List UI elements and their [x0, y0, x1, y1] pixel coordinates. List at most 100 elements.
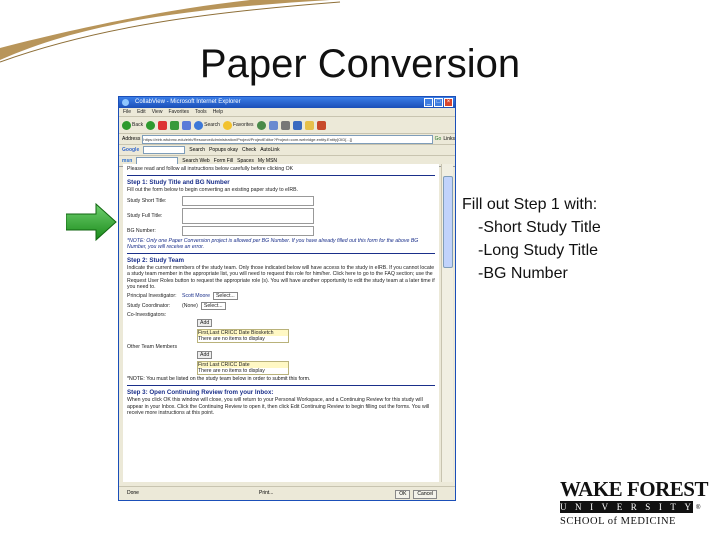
coordinator-select-button[interactable]: Select... — [200, 302, 226, 311]
maximize-button[interactable]: □ — [434, 98, 443, 107]
google-search-button[interactable]: Search — [189, 147, 205, 153]
wake-forest-logo: WAKE FOREST U N I V E R S I T Y SCHOOL o… — [560, 478, 710, 536]
autolink-button[interactable]: AutoLink — [260, 147, 279, 153]
menu-favorites[interactable]: Favorites — [168, 108, 189, 116]
step1-heading: Step 1: Study Title and BG Number — [127, 179, 230, 187]
coinvestigators-empty: There are no items to display — [198, 336, 265, 343]
popups-indicator[interactable]: Popups okay — [209, 147, 238, 153]
bg-number-input[interactable] — [182, 225, 314, 236]
search-button[interactable]: Search — [194, 120, 220, 130]
step1-instruction: Fill out the form below to begin convert… — [127, 187, 298, 194]
logo-letter: R — [630, 502, 639, 512]
logo-letter: I — [590, 502, 596, 512]
full-title-input[interactable] — [182, 207, 314, 224]
home-button[interactable] — [182, 120, 192, 130]
pi-value[interactable]: Scott Moore — [182, 293, 210, 299]
research-button[interactable] — [316, 120, 326, 130]
page-content: Please read and follow all instructions … — [123, 164, 439, 482]
refresh-button[interactable] — [170, 120, 180, 130]
check-button[interactable]: Check — [242, 147, 256, 153]
ie-logo-icon — [122, 99, 129, 106]
short-title-input[interactable] — [182, 195, 314, 206]
search-label: Search — [204, 122, 220, 128]
other-members-table: First Last CRICC Date There are no items… — [197, 361, 289, 376]
bg-number-label: BG Number: — [127, 227, 156, 234]
menu-help[interactable]: Help — [213, 108, 223, 116]
logo-school-of-medicine: SCHOOL of MEDICINE — [560, 516, 676, 527]
step2-note: *NOTE: You must be listed on the study t… — [127, 376, 311, 383]
other-members-add-button[interactable]: Add — [197, 351, 213, 360]
logo-wake-forest: WAKE FOREST — [560, 477, 708, 501]
logo-letter: S — [645, 502, 653, 512]
menu-file[interactable]: File — [123, 108, 131, 116]
favorites-button[interactable]: Favorites — [222, 120, 254, 130]
back-button[interactable]: Back — [122, 120, 144, 130]
stop-button[interactable] — [158, 120, 168, 130]
scrollbar-thumb[interactable] — [443, 176, 453, 268]
coinvestigators-label: Co-Investigators: — [127, 312, 167, 319]
go-button[interactable]: Go — [435, 136, 442, 142]
forward-button[interactable] — [146, 120, 156, 130]
step2-instruction: Indicate the current members of the stud… — [127, 265, 435, 291]
logo-letter: N — [575, 502, 584, 512]
status-bar: Print... Done OK Cancel — [119, 486, 455, 500]
menu-edit[interactable]: Edit — [137, 108, 146, 116]
back-label: Back — [132, 122, 144, 128]
google-search-input[interactable] — [143, 146, 186, 154]
full-title-label: Study Full Title: — [127, 212, 163, 219]
logo-letter: U — [560, 502, 569, 512]
window-title: CollabView - Microsoft Internet Explorer — [135, 99, 241, 105]
coordinator-label: Study Coordinator: — [127, 303, 171, 310]
logo-university-bar: U N I V E R S I T Y — [560, 501, 693, 513]
divider — [127, 175, 435, 177]
logo-letter: V — [601, 502, 611, 512]
google-toolbar: Google Search Popups okay Check AutoLink — [119, 145, 455, 156]
step1-note: *NOTE: Only one Paper Conversion project… — [127, 237, 419, 250]
address-input[interactable]: https://eirb.wfubmc.edu/eirb/ResourceAdm… — [142, 134, 433, 144]
status-text: Done — [127, 490, 139, 496]
pi-label: Principal Investigator: — [127, 293, 177, 300]
pi-row: Principal Investigator: Scott Moore Sele… — [127, 292, 435, 301]
edit-button[interactable] — [292, 120, 302, 130]
divider — [127, 385, 435, 387]
instruction-intro: Fill out Step 1 with: — [462, 196, 598, 213]
star-icon — [222, 120, 232, 130]
close-button[interactable]: × — [444, 98, 453, 107]
coinvestigators-table: First,Last CRICC Date Biosketch There ar… — [197, 329, 289, 344]
instruction-item: -BG Number — [478, 265, 568, 282]
other-members-row: Other Team Members — [127, 344, 435, 350]
browser-window: CollabView - Microsoft Internet Explorer… — [118, 96, 456, 501]
instruction-item: -Short Study Title — [478, 219, 601, 236]
logo-letter: Y — [684, 502, 693, 512]
print-button[interactable] — [280, 120, 290, 130]
back-arrow-icon — [122, 120, 131, 130]
address-bar: Address https://eirb.wfubmc.edu/eirb/Res… — [119, 134, 455, 145]
history-button[interactable] — [256, 120, 266, 130]
logo-registered-mark: ® — [696, 505, 701, 511]
bg-number-row: BG Number: — [127, 225, 435, 236]
folder-button[interactable] — [304, 120, 314, 130]
ok-button[interactable]: OK — [395, 490, 411, 499]
minimize-button[interactable]: _ — [424, 98, 433, 107]
short-title-label: Study Short Title: — [127, 197, 167, 204]
other-members-label: Other Team Members — [127, 344, 178, 351]
mail-button[interactable] — [268, 120, 278, 130]
logo-letter: T — [670, 502, 678, 512]
step3-text: When you click OK this window will close… — [127, 397, 430, 416]
other-members-empty: There are no items to display — [198, 368, 265, 375]
menu-tools[interactable]: Tools — [195, 108, 207, 116]
logo-letter: E — [616, 502, 625, 512]
coinvestigators-add-button[interactable]: Add — [197, 319, 213, 328]
vertical-scrollbar[interactable] — [441, 164, 453, 482]
favorites-label: Favorites — [232, 122, 254, 128]
print-link[interactable]: Print... — [259, 487, 273, 500]
menu-bar: File Edit View Favorites Tools Help — [119, 108, 455, 117]
full-title-row: Study Full Title: — [127, 207, 435, 224]
links-button[interactable]: Links — [443, 136, 455, 142]
search-icon — [194, 120, 204, 130]
instruction-text: Fill out Step 1 with: -Short Study Title… — [462, 193, 601, 285]
pi-select-button[interactable]: Select... — [212, 292, 238, 301]
cancel-button[interactable]: Cancel — [413, 490, 437, 499]
menu-view[interactable]: View — [152, 108, 163, 116]
window-titlebar[interactable]: CollabView - Microsoft Internet Explorer… — [119, 97, 455, 108]
